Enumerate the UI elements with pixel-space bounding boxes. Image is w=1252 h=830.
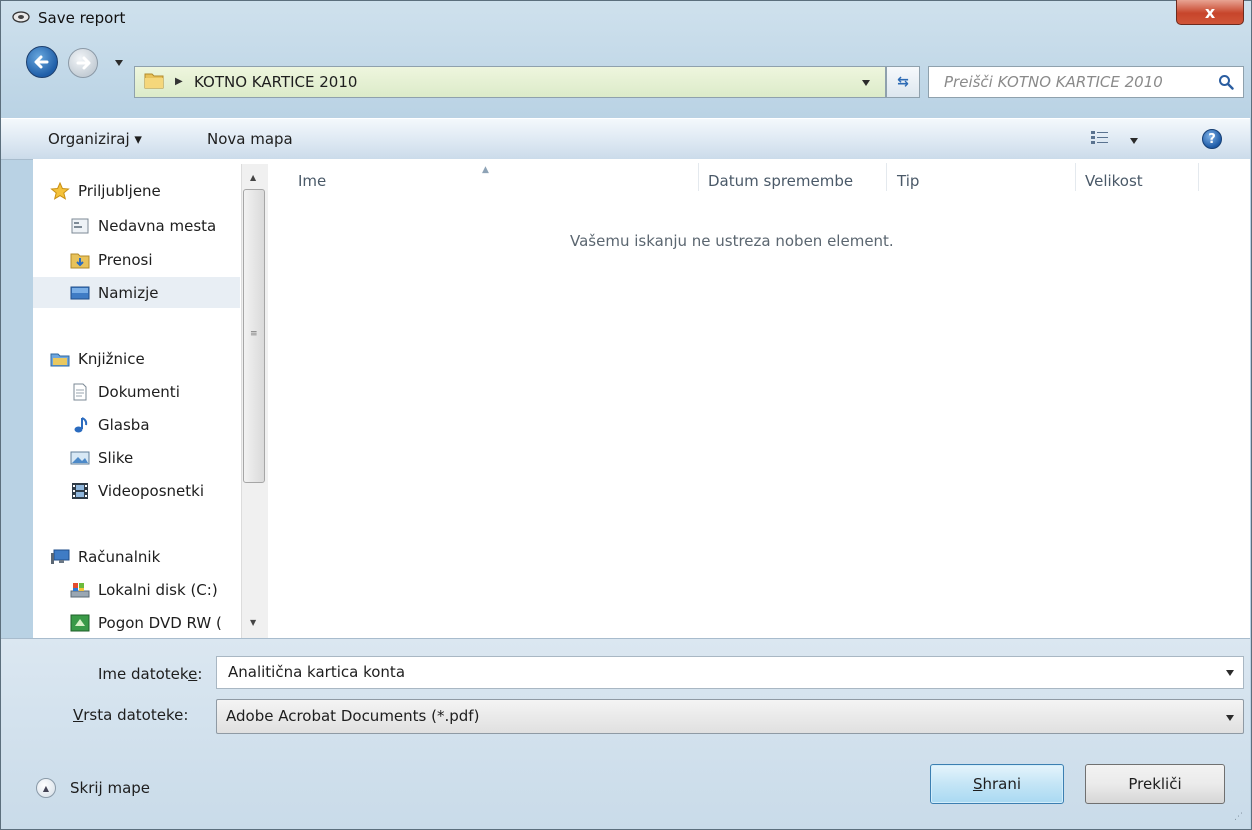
organize-button[interactable]: Organiziraj ▾ [48,130,142,148]
nav-item-label: Videoposnetki [98,482,205,500]
music-note-icon [74,417,88,433]
hide-folders-button[interactable]: ▲ [36,778,56,798]
filename-dropdown-icon[interactable] [1226,670,1234,676]
libraries-icon [50,353,70,367]
nav-computer-header[interactable]: Računalnik [50,542,160,572]
nav-item-pictures[interactable]: Slike [70,443,133,473]
column-divider [1075,163,1076,191]
computer-icon [51,549,70,564]
forward-arrow-icon [76,56,91,70]
column-header-date-modified[interactable]: Datum spremembe [708,172,853,190]
nav-computer-label: Računalnik [78,548,161,566]
nav-libraries-header[interactable]: Knjižnice [50,344,145,374]
filename-label-colon: : [197,665,203,683]
cancel-button[interactable]: Prekliči [1085,764,1225,804]
filename-label-accesskey: e [188,665,198,683]
search-placeholder: Preišči KOTNO KARTICE 2010 [944,73,1163,91]
forward-button[interactable] [68,48,98,78]
column-header-size[interactable]: Velikost [1085,172,1143,190]
close-icon: x [1204,2,1216,22]
column-divider [886,163,887,191]
nav-item-recent-places[interactable]: Nedavna mesta [70,211,216,241]
nav-favorites-header[interactable]: Priljubljene [50,176,161,206]
nav-item-music[interactable]: Glasba [70,410,150,440]
nav-item-desktop[interactable]: Namizje [70,278,158,308]
save-accesskey: S [972,775,983,793]
recent-places-icon [71,218,89,234]
column-header-type[interactable]: Tip [897,172,919,190]
save-button[interactable]: Shrani [930,764,1064,804]
nav-item-label: Slike [98,449,134,467]
nav-item-label: Glasba [98,416,150,434]
downloads-folder-icon [70,253,90,269]
scroll-down-arrow-icon[interactable]: ▼ [250,618,256,627]
address-dropdown-icon[interactable] [862,80,870,86]
command-bar [1,118,1250,160]
star-icon [50,182,70,200]
view-dropdown-icon[interactable] [1130,138,1138,144]
refresh-button[interactable]: ⇆ [886,66,920,98]
nav-item-dvd-drive[interactable]: Pogon DVD RW ( [70,608,222,638]
nav-item-label: Pogon DVD RW ( [98,614,222,632]
nav-item-videos[interactable]: Videoposnetki [70,476,204,506]
back-arrow-icon [34,55,49,69]
help-icon[interactable]: ? [1202,129,1222,149]
filetype-dropdown-icon[interactable] [1226,715,1234,721]
save-label: hrani [982,775,1022,793]
window-title: Save report [38,9,126,27]
nav-libraries-label: Knjižnice [78,350,145,368]
column-header-name[interactable]: Ime [298,172,326,190]
nav-item-label: Dokumenti [98,383,180,401]
nav-item-downloads[interactable]: Prenosi [70,245,153,275]
close-button[interactable]: x [1176,0,1244,25]
filename-input-value[interactable]: Analitična kartica konta [228,663,405,681]
app-icon [12,11,30,23]
folder-icon [144,73,164,89]
sort-ascending-icon: ▲ [482,165,489,175]
scroll-up-arrow-icon[interactable]: ▲ [250,173,256,182]
scroll-grip-icon: ≡ [250,329,257,339]
film-strip-icon [72,483,88,499]
new-folder-button[interactable]: Nova mapa [207,130,293,148]
search-icon[interactable] [1218,74,1234,90]
filename-label-text: Ime datotek [98,665,189,683]
title-bar [0,0,1250,36]
breadcrumb-chevron-icon[interactable]: ▶ [175,76,183,87]
filetype-label-accesskey: V [73,706,84,724]
nav-item-label: Prenosi [98,251,153,269]
filetype-label-text: rsta datoteke: [83,706,189,724]
nav-item-label: Namizje [98,284,159,302]
nav-item-local-disk[interactable]: Lokalni disk (C:) [70,575,218,605]
chevron-up-icon: ▲ [42,783,50,793]
nav-favorites-label: Priljubljene [78,182,161,200]
documents-icon [73,383,87,401]
filetype-label: Vrsta datoteke: [73,706,188,724]
column-divider [698,163,699,191]
local-disk-icon [70,583,90,598]
recent-pages-dropdown-icon[interactable] [115,60,123,66]
hide-folders-label[interactable]: Skrij mape [70,779,150,797]
breadcrumb-current-folder[interactable]: KOTNO KARTICE 2010 [194,73,357,91]
pictures-icon [70,451,90,465]
nav-item-documents[interactable]: Dokumenti [70,377,180,407]
refresh-icon: ⇆ [897,74,909,90]
empty-folder-message: Vašemu iskanju ne ustreza noben element. [570,232,894,250]
resize-grip-icon[interactable]: ⋰ [1234,812,1243,822]
dvd-drive-icon [70,614,90,632]
change-view-icon[interactable] [1090,129,1110,147]
column-divider [1198,163,1199,191]
nav-item-label: Nedavna mesta [98,217,217,235]
desktop-icon [70,286,90,300]
file-list-pane [268,159,1250,638]
filetype-select-value[interactable]: Adobe Acrobat Documents (*.pdf) [226,707,479,725]
filename-label: Ime datoteke: [98,665,202,683]
back-button[interactable] [26,46,58,78]
nav-item-label: Lokalni disk (C:) [98,581,218,599]
